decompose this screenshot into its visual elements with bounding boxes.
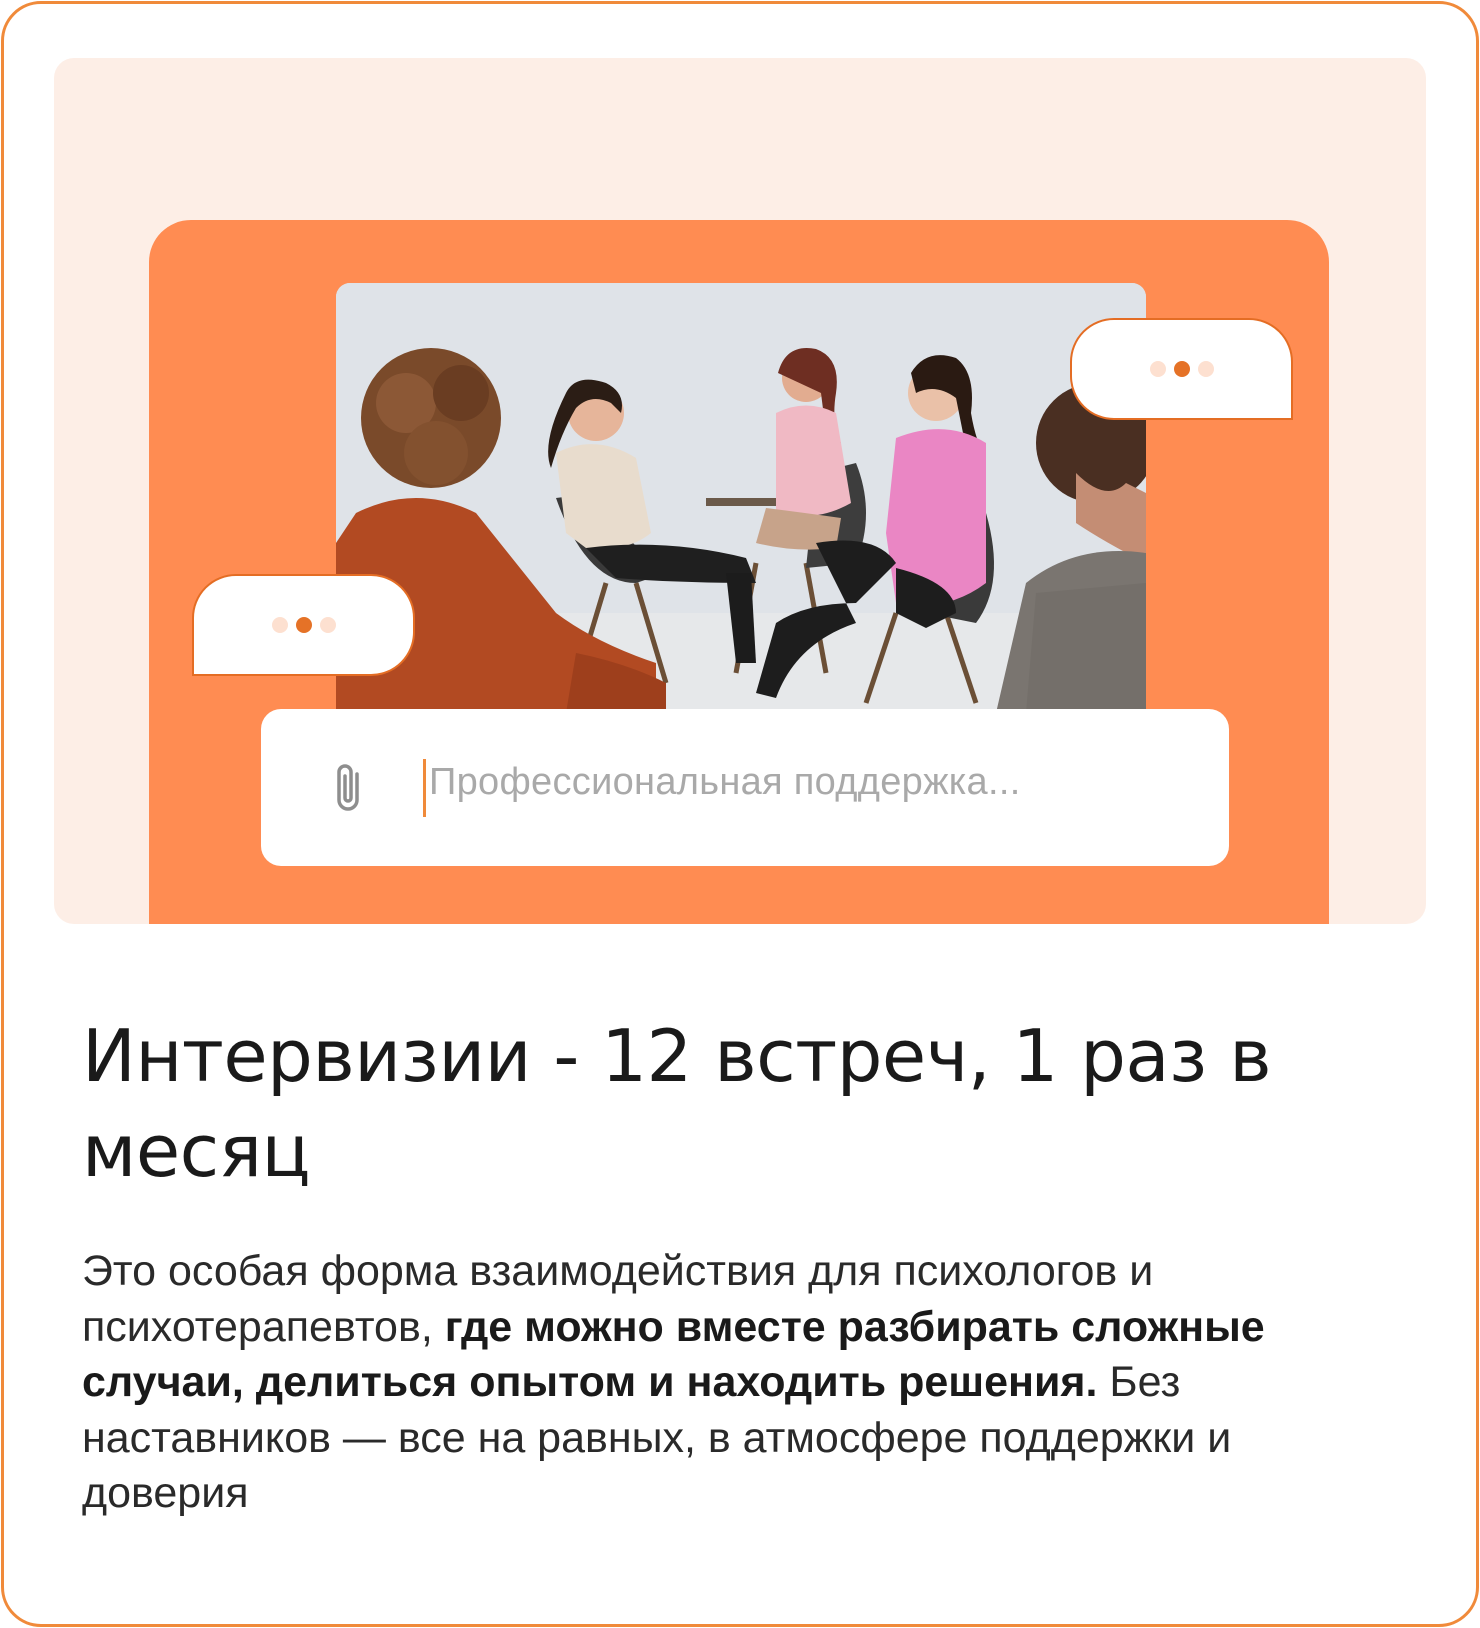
hero-illustration: Профессиональная поддержка... <box>54 58 1426 924</box>
typing-dot-active <box>295 617 312 633</box>
typing-dot <box>1149 361 1166 377</box>
typing-dot <box>1197 361 1214 377</box>
chat-bubble-left <box>192 574 415 676</box>
chat-bubble-right <box>1070 318 1293 420</box>
typing-dot-active <box>1173 361 1190 377</box>
info-card: Профессиональная поддержка... Интервизии… <box>1 1 1479 1627</box>
card-title: Интервизии - 12 встреч, 1 раз в месяц <box>82 1014 1272 1193</box>
card-description: Это особая форма взаимодействия для псих… <box>82 1244 1382 1522</box>
typing-dot <box>271 617 288 633</box>
typing-dot <box>319 617 336 633</box>
message-input-bar[interactable]: Профессиональная поддержка... <box>261 709 1229 866</box>
group-photo <box>336 283 1146 713</box>
paperclip-icon[interactable] <box>331 760 367 819</box>
message-input-placeholder[interactable]: Профессиональная поддержка... <box>429 761 1021 804</box>
text-caret <box>423 759 426 817</box>
